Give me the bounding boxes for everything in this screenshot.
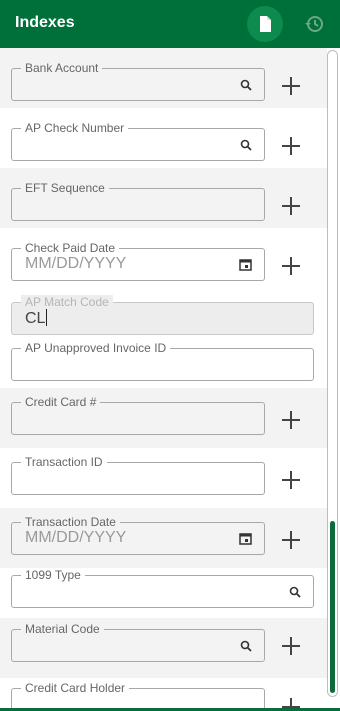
field-row-1099-type: 1099 Type <box>0 568 327 618</box>
document-icon <box>260 16 271 32</box>
bank-account-field[interactable]: Bank Account <box>11 61 265 101</box>
field-label: Transaction Date <box>21 515 120 529</box>
history-icon <box>305 16 323 32</box>
search-icon[interactable] <box>289 586 301 598</box>
field-label: Credit Card Holder <box>21 681 130 695</box>
scrollbar-thumb[interactable] <box>330 521 335 693</box>
field-label: AP Unapproved Invoice ID <box>21 341 171 355</box>
field-value: CL <box>25 310 46 327</box>
calendar-icon[interactable] <box>239 532 252 545</box>
search-icon[interactable] <box>240 79 252 91</box>
field-label: EFT Sequence <box>21 181 109 195</box>
field-row-transaction-id: Transaction ID <box>0 448 327 508</box>
search-icon[interactable] <box>240 640 252 652</box>
field-row-credit-card-number: Credit Card # <box>0 388 327 448</box>
field-row-ap-unapproved-invoice-id: AP Unapproved Invoice ID <box>0 338 327 388</box>
field-label: Transaction ID <box>21 455 107 469</box>
eft-sequence-field[interactable]: EFT Sequence <box>11 181 265 221</box>
field-row-bank-account: Bank Account <box>0 48 327 108</box>
transaction-date-field[interactable]: Transaction Date MM/DD/YYYY <box>11 515 265 555</box>
field-label: AP Check Number <box>21 121 129 135</box>
date-placeholder: MM/DD/YYYY <box>25 529 127 546</box>
add-button[interactable] <box>282 531 300 549</box>
add-button[interactable] <box>282 637 300 655</box>
check-paid-date-field[interactable]: Check Paid Date MM/DD/YYYY <box>11 241 265 281</box>
document-button[interactable] <box>247 6 283 42</box>
material-code-field[interactable]: Material Code <box>11 622 265 662</box>
field-row-check-paid-date: Check Paid Date MM/DD/YYYY <box>0 228 327 288</box>
credit-card-number-field[interactable]: Credit Card # <box>11 395 265 435</box>
add-button[interactable] <box>282 137 300 155</box>
field-label: Bank Account <box>21 61 103 75</box>
1099-type-field[interactable]: 1099 Type <box>11 568 314 608</box>
field-label: 1099 Type <box>21 568 85 582</box>
field-label: Material Code <box>21 622 104 636</box>
panel-title: Indexes <box>15 14 75 31</box>
ap-match-code-field: AP Match Code CL <box>11 295 314 335</box>
field-label: Credit Card # <box>21 395 101 409</box>
add-button[interactable] <box>282 411 300 429</box>
field-row-credit-card-holder: Credit Card Holder <box>0 678 327 711</box>
text-caret <box>46 309 48 326</box>
header-bar: Indexes <box>0 0 340 48</box>
transaction-id-field[interactable]: Transaction ID <box>11 455 265 495</box>
scrollbar[interactable] <box>327 50 338 697</box>
history-button[interactable] <box>296 6 332 42</box>
add-button[interactable] <box>282 257 300 275</box>
field-row-transaction-date: Transaction Date MM/DD/YYYY <box>0 508 327 568</box>
field-label: AP Match Code <box>21 295 113 309</box>
field-row-ap-check-number: AP Check Number <box>0 108 327 168</box>
ap-unapproved-invoice-id-field[interactable]: AP Unapproved Invoice ID <box>11 341 314 381</box>
date-placeholder: MM/DD/YYYY <box>25 255 127 272</box>
field-row-ap-match-code: AP Match Code CL <box>0 288 327 338</box>
ap-check-number-field[interactable]: AP Check Number <box>11 121 265 161</box>
index-field-list: Bank Account AP Check Number EFT Sequenc… <box>0 48 327 711</box>
field-label: Check Paid Date <box>21 241 120 255</box>
calendar-icon[interactable] <box>239 258 252 271</box>
field-row-eft-sequence: EFT Sequence <box>0 168 327 228</box>
add-button[interactable] <box>282 471 300 489</box>
add-button[interactable] <box>282 197 300 215</box>
search-icon[interactable] <box>240 139 252 151</box>
add-button[interactable] <box>282 77 300 95</box>
field-row-material-code: Material Code <box>0 618 327 678</box>
